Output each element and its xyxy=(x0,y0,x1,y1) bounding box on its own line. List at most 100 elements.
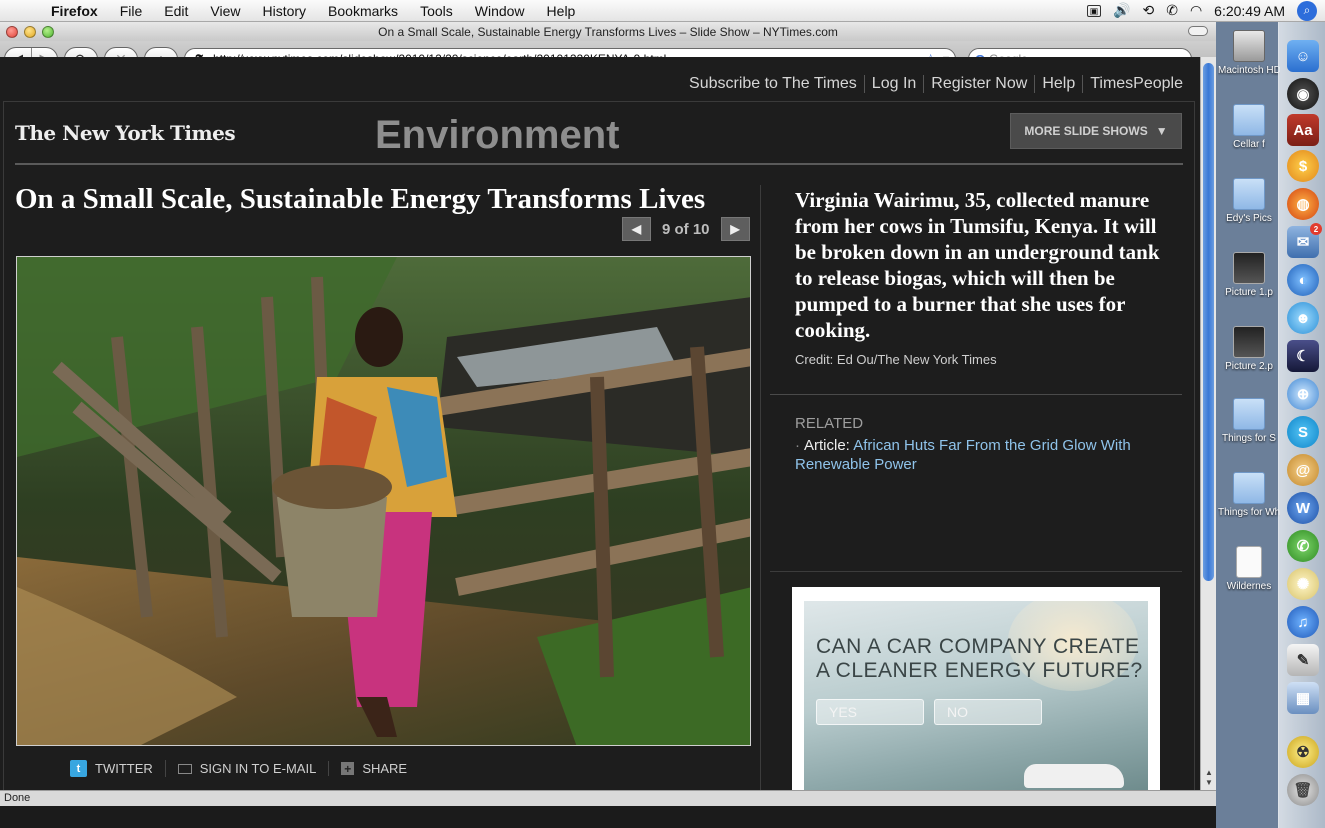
night-sky-icon[interactable]: ☾ xyxy=(1287,340,1319,372)
slide-pager: ◀ 9 of 10 ▶ xyxy=(622,217,750,241)
ad-no-button[interactable]: NO xyxy=(934,699,1042,725)
clock[interactable]: 6:20:49 AM xyxy=(1214,3,1285,19)
ad-yes-button[interactable]: YES xyxy=(816,699,924,725)
desktop-icon-label: Things for S xyxy=(1222,433,1276,444)
ad-headline: CAN A CAR COMPANY CREATE A CLEANER ENERG… xyxy=(816,635,1143,683)
menu-window[interactable]: Window xyxy=(464,3,536,19)
desktop-icon-things-for-wh[interactable]: Things for Wh xyxy=(1218,472,1280,518)
desktop-icon-cellar[interactable]: Cellar f xyxy=(1218,104,1280,150)
mail-badge: 2 xyxy=(1310,223,1322,235)
slide-caption: Virginia Wairimu, 35, collected manure f… xyxy=(795,188,1160,342)
menu-extra-icon[interactable]: ▣ xyxy=(1087,4,1102,17)
menu-firefox[interactable]: Firefox xyxy=(40,3,109,19)
vertical-scrollbar[interactable]: ▲ ▼ xyxy=(1200,57,1216,790)
messenger-icon[interactable]: ☻ xyxy=(1287,302,1319,334)
mail-icon[interactable]: ✉ 2 xyxy=(1287,223,1322,258)
status-bar: Done xyxy=(0,790,1216,806)
desktop-icon-label: Picture 1.p xyxy=(1225,287,1273,298)
spotlight-icon[interactable]: ⌕ xyxy=(1297,0,1317,21)
desktop-icon-label: Wildernes xyxy=(1226,581,1272,592)
toolbar-toggle-button[interactable] xyxy=(1188,26,1208,36)
twitter-label: TWITTER xyxy=(95,761,153,776)
close-window-button[interactable] xyxy=(6,25,18,38)
page-content: Subscribe to The Times Log In Register N… xyxy=(0,57,1200,790)
next-slide-button[interactable]: ▶ xyxy=(720,217,750,241)
more-slideshows-label: MORE SLIDE SHOWS xyxy=(1024,124,1148,138)
money-icon[interactable]: $ xyxy=(1287,150,1319,182)
itunes-icon[interactable]: ♫ xyxy=(1287,606,1319,638)
login-link[interactable]: Log In xyxy=(863,75,923,93)
slide-counter: 9 of 10 xyxy=(662,220,710,238)
desktop-icon-picture-2[interactable]: Picture 2.p xyxy=(1218,326,1280,372)
email-share[interactable]: SIGN IN TO E-MAIL xyxy=(177,761,330,776)
wifi-icon[interactable]: ◠ xyxy=(1190,2,1202,19)
dashboard-icon[interactable]: ◉ xyxy=(1287,78,1319,110)
menu-tools[interactable]: Tools xyxy=(409,3,464,19)
slideshow-headline: On a Small Scale, Sustainable Energy Tra… xyxy=(15,183,706,215)
volume-icon[interactable]: 🔊 xyxy=(1113,2,1130,19)
firefox-icon[interactable]: ◍ xyxy=(1287,188,1319,220)
screenshot-file-icon xyxy=(1233,326,1265,358)
advertisement[interactable]: CAN A CAR COMPANY CREATE A CLEANER ENERG… xyxy=(792,587,1160,790)
screenshot-file-icon xyxy=(1233,252,1265,284)
scroll-arrows[interactable]: ▲ ▼ xyxy=(1201,768,1217,790)
trash-icon[interactable]: 🗑 xyxy=(1287,774,1319,806)
menu-file[interactable]: File xyxy=(109,3,154,19)
chevron-down-icon: ▼ xyxy=(1155,124,1168,138)
nyt-logo[interactable]: The New York Times xyxy=(15,121,236,145)
timemachine-icon[interactable]: ⟲ xyxy=(1142,2,1154,19)
ad-banner[interactable]: CAN A CAR COMPANY CREATE A CLEANER ENERG… xyxy=(804,601,1148,790)
google-earth-icon[interactable]: ◐ xyxy=(1287,264,1319,296)
related-item: · Article: African Huts Far From the Grid… xyxy=(795,436,1155,474)
safari-icon[interactable]: ⊕ xyxy=(1287,378,1319,410)
previous-slide-button[interactable]: ◀ xyxy=(622,217,651,241)
menu-bookmarks[interactable]: Bookmarks xyxy=(317,3,409,19)
minimize-window-button[interactable] xyxy=(24,25,36,38)
finder-icon[interactable]: ☺ xyxy=(1287,40,1319,72)
scrollbar-thumb[interactable] xyxy=(1203,63,1214,581)
folder-icon xyxy=(1233,178,1265,210)
related-divider xyxy=(770,571,1182,572)
slide-photo[interactable] xyxy=(16,256,751,746)
menu-edit[interactable]: Edit xyxy=(153,3,199,19)
desktop-icon-macintosh-hd[interactable]: Macintosh HD xyxy=(1218,30,1280,76)
help-link[interactable]: Help xyxy=(1034,75,1082,93)
top-links: Subscribe to The Times Log In Register N… xyxy=(682,75,1190,93)
related-heading: RELATED xyxy=(795,415,864,432)
timespeople-link[interactable]: TimesPeople xyxy=(1082,75,1190,93)
zoom-window-button[interactable] xyxy=(42,25,54,38)
photo-credit: Credit: Ed Ou/The New York Times xyxy=(795,352,997,367)
subscribe-link[interactable]: Subscribe to The Times xyxy=(682,75,864,93)
ichat-icon[interactable]: ✆ xyxy=(1287,530,1319,562)
desktop-icon-picture-1[interactable]: Picture 1.p xyxy=(1218,252,1280,298)
ad-headline-line2: A CLEANER ENERGY FUTURE? xyxy=(816,659,1143,682)
word-icon[interactable]: W xyxy=(1287,492,1319,524)
plus-icon: + xyxy=(341,762,355,776)
desktop-icon-things-for-sale[interactable]: Things for S xyxy=(1218,398,1280,444)
header-divider xyxy=(15,163,1183,165)
radioactive-icon[interactable]: ☢ xyxy=(1287,736,1319,768)
related-label: Article: xyxy=(804,437,850,454)
menu-history[interactable]: History xyxy=(251,3,317,19)
section-title: Environment xyxy=(375,113,620,157)
skype-icon[interactable]: S xyxy=(1287,416,1319,448)
desktop-icon-wilderness[interactable]: Wildernes xyxy=(1218,546,1280,592)
email-label: SIGN IN TO E-MAIL xyxy=(199,761,317,776)
preview-icon[interactable]: ▦ xyxy=(1287,682,1319,714)
share-button[interactable]: + SHARE xyxy=(341,761,419,776)
title-bar[interactable]: On a Small Scale, Sustainable Energy Tra… xyxy=(0,22,1216,41)
folder-icon xyxy=(1233,104,1265,136)
register-link[interactable]: Register Now xyxy=(923,75,1034,93)
lightbulb-icon[interactable]: ✺ xyxy=(1287,568,1319,600)
desktop-icon-label: Edy's Pics xyxy=(1226,213,1272,224)
desktop-icon-edys-pics[interactable]: Edy's Pics xyxy=(1218,178,1280,224)
address-book-icon[interactable]: @ xyxy=(1287,454,1319,486)
textedit-icon[interactable]: ✎ xyxy=(1287,644,1319,676)
phone-icon[interactable]: ✆ xyxy=(1166,2,1178,19)
twitter-share[interactable]: t TWITTER xyxy=(70,760,166,777)
menu-view[interactable]: View xyxy=(199,3,251,19)
desktop-icon-label: Macintosh HD xyxy=(1218,65,1280,76)
menu-help[interactable]: Help xyxy=(536,3,587,19)
more-slideshows-button[interactable]: MORE SLIDE SHOWS ▼ xyxy=(1010,113,1182,149)
dictionary-icon[interactable]: Aa xyxy=(1287,114,1319,146)
